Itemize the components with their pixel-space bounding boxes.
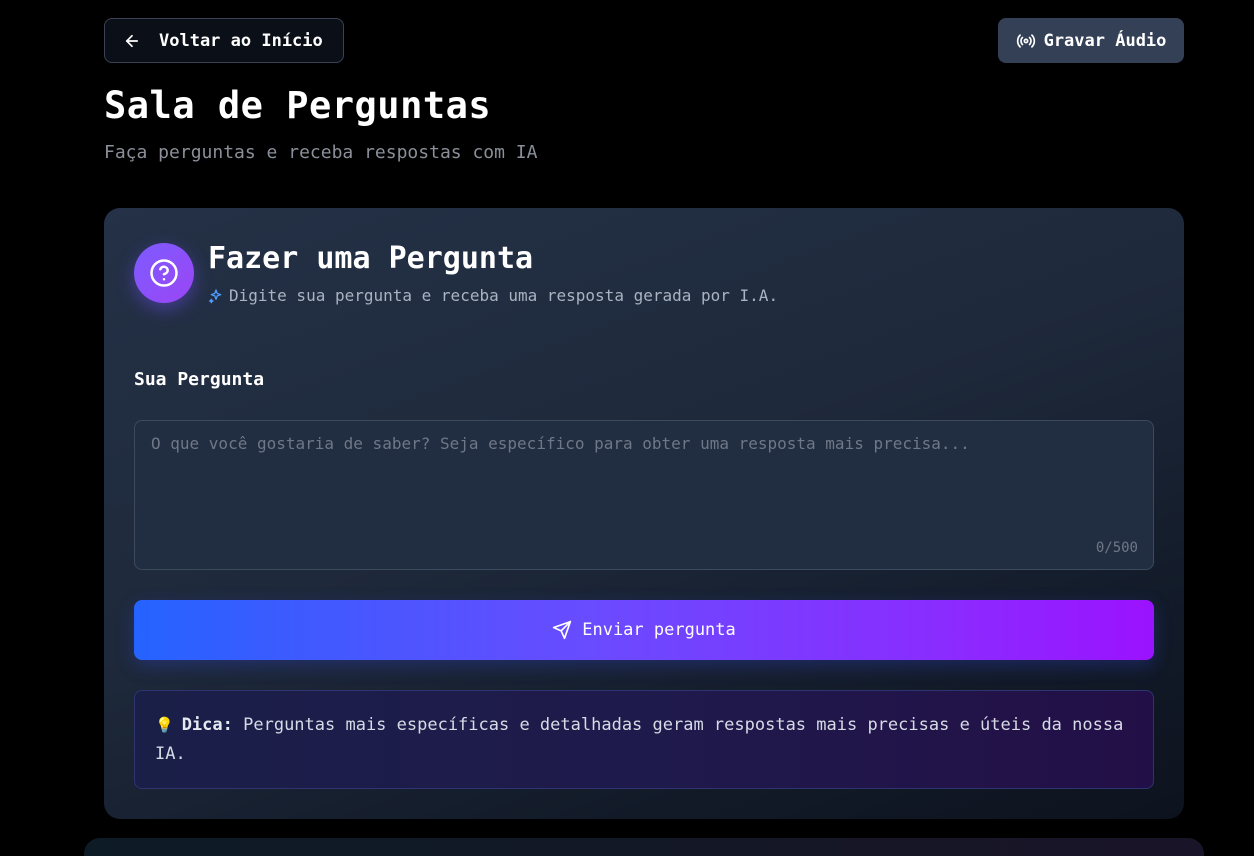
card-title: Fazer uma Pergunta (208, 241, 534, 276)
page-title: Sala de Perguntas (104, 84, 492, 127)
tip-label: Dica: (181, 715, 233, 735)
send-button-label: Enviar pergunta (582, 620, 736, 640)
page: Voltar ao Início Gravar Áudio Sala de Pe… (0, 0, 1254, 856)
back-button-label: Voltar ao Início (159, 30, 323, 51)
send-icon (552, 620, 572, 640)
top-bar: Voltar ao Início Gravar Áudio (104, 18, 1184, 63)
card-description-text: Digite sua pergunta e receba uma respost… (229, 286, 779, 305)
sparkles-icon (208, 288, 224, 304)
question-input[interactable] (135, 421, 1153, 569)
tip-box: 💡 Dica: Perguntas mais específicas e deta… (134, 690, 1154, 789)
next-section-card (84, 838, 1204, 856)
page-subtitle: Faça perguntas e receba respostas com IA (104, 142, 538, 163)
card-description: Digite sua pergunta e receba uma respost… (208, 286, 778, 305)
record-audio-button[interactable]: Gravar Áudio (998, 18, 1184, 63)
question-input-container: 0/500 (134, 420, 1154, 570)
help-circle-icon (134, 243, 194, 303)
character-counter: 0/500 (1095, 540, 1138, 556)
send-question-button[interactable]: Enviar pergunta (134, 600, 1154, 660)
radio-broadcast-icon (1016, 31, 1036, 51)
question-card: Fazer uma Pergunta Digite sua pergunta e… (104, 208, 1184, 819)
question-field-label: Sua Pergunta (134, 369, 265, 390)
tip-text: Perguntas mais específicas e detalhadas … (155, 715, 1124, 764)
arrow-left-icon (123, 32, 141, 50)
lightbulb-icon: 💡 (155, 716, 174, 734)
record-button-label: Gravar Áudio (1043, 30, 1167, 51)
back-to-home-button[interactable]: Voltar ao Início (104, 18, 344, 63)
